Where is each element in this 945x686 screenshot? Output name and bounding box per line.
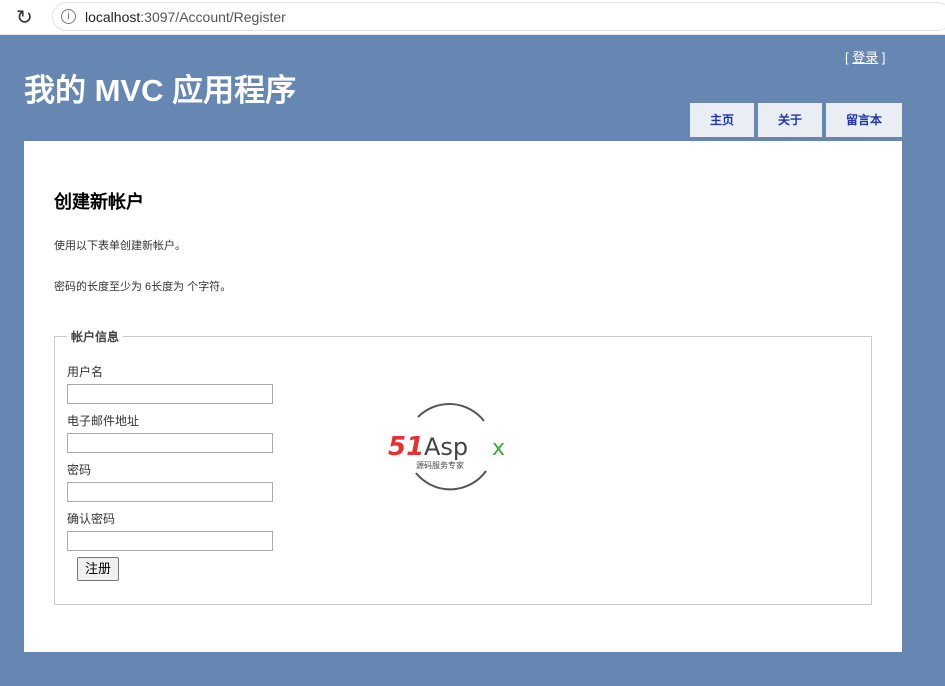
login-link[interactable]: 登录 bbox=[852, 50, 878, 65]
register-button[interactable]: 注册 bbox=[77, 557, 119, 581]
page: 我的 MVC 应用程序 [ 登录 ] 主页 关于 留言本 创建新帐户 使用以下表… bbox=[0, 35, 945, 686]
email-input[interactable] bbox=[67, 433, 273, 453]
url-text: localhost:3097/Account/Register bbox=[85, 9, 286, 25]
bracket: ] bbox=[878, 50, 886, 65]
password-input[interactable] bbox=[67, 482, 273, 502]
svg-text:x: x bbox=[492, 436, 505, 461]
watermark-logo: 51 Asp x 源码服务专家 bbox=[388, 403, 505, 491]
browser-toolbar: ↻ i localhost:3097/Account/Register bbox=[0, 0, 945, 35]
fieldset-legend: 帐户信息 bbox=[71, 330, 120, 344]
email-label: 电子邮件地址 bbox=[67, 414, 140, 428]
username-label: 用户名 bbox=[67, 365, 104, 379]
password-note: 密码的长度至少为 6长度为 个字符。 bbox=[54, 281, 232, 293]
confirm-password-input[interactable] bbox=[67, 531, 273, 551]
url-host: localhost bbox=[85, 9, 141, 25]
page-heading: 创建新帐户 bbox=[54, 192, 144, 212]
url-path: :3097/Account/Register bbox=[140, 9, 286, 25]
site-title: 我的 MVC 应用程序 bbox=[24, 73, 297, 108]
svg-text:Asp: Asp bbox=[424, 433, 468, 461]
nav-about[interactable]: 关于 bbox=[758, 103, 822, 137]
main-content: 创建新帐户 使用以下表单创建新帐户。 密码的长度至少为 6长度为 个字符。 帐户… bbox=[24, 141, 902, 652]
svg-text:源码服务专家: 源码服务专家 bbox=[416, 460, 464, 470]
address-bar[interactable]: i localhost:3097/Account/Register bbox=[52, 2, 945, 31]
nav-home[interactable]: 主页 bbox=[690, 103, 754, 137]
reload-icon[interactable]: ↻ bbox=[16, 5, 33, 30]
intro-text: 使用以下表单创建新帐户。 bbox=[54, 240, 186, 252]
svg-text:51: 51 bbox=[388, 432, 424, 462]
nav-guestbook[interactable]: 留言本 bbox=[826, 103, 902, 137]
username-input[interactable] bbox=[67, 384, 273, 404]
login-area: [ 登录 ] bbox=[845, 47, 885, 66]
password-label: 密码 bbox=[67, 463, 92, 477]
confirm-password-label: 确认密码 bbox=[67, 512, 116, 526]
info-icon[interactable]: i bbox=[61, 9, 76, 24]
